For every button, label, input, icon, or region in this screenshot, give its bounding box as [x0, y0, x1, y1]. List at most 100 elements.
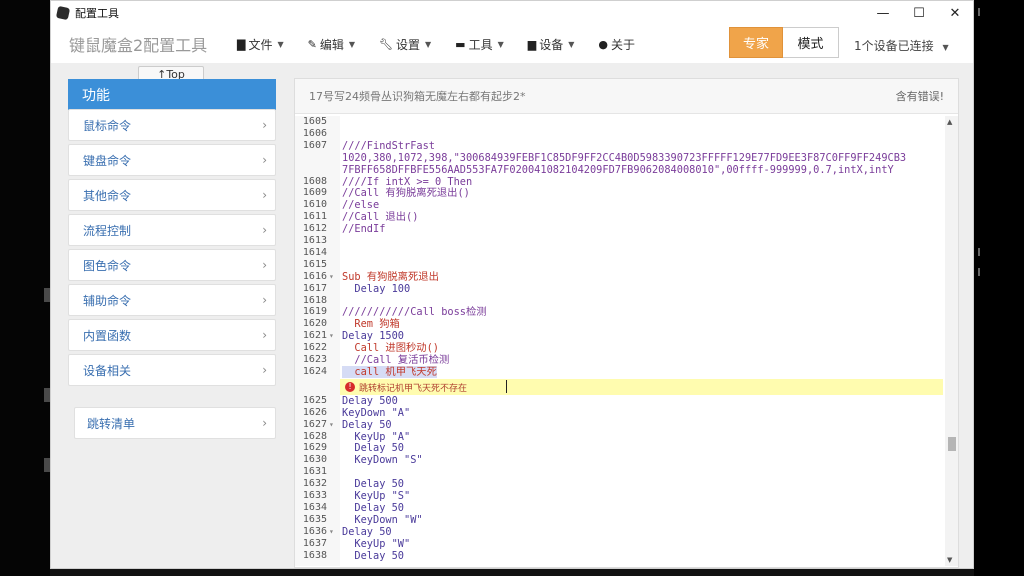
code-text: KeyDown "A" — [342, 406, 411, 419]
line-number: 1625 — [302, 394, 327, 406]
line-number: 1618 — [302, 294, 327, 306]
line-number: 1623 — [302, 354, 327, 365]
code-line[interactable]: 1609 //Call 有狗脱离死退出() — [295, 187, 945, 199]
wrench-icon: 🔧︎ — [379, 37, 393, 51]
line-number: 1622 — [302, 342, 327, 354]
code-line[interactable]: 1636 ▾ Delay 50 — [295, 526, 945, 538]
sidebar-item-label: 辅助命令 — [83, 293, 132, 308]
code-line[interactable]: 1632 Delay 50 — [295, 478, 945, 490]
code-line[interactable]: 1619 ///////////Call boss检测 — [295, 306, 945, 318]
code-line[interactable]: 1607 ////FindStrFast — [295, 140, 945, 152]
code-line[interactable]: 1630 KeyDown "S" — [295, 454, 945, 466]
code-line[interactable]: 1611 //Call 退出() — [295, 211, 945, 223]
error-icon: ! — [345, 381, 355, 392]
sidebar-item-label: 鼠标命令 — [83, 118, 132, 133]
code-line[interactable]: 1637 KeyUp "W" — [295, 538, 945, 550]
code-editor[interactable]: 1605 1606 1607 ////FindStrFast 1020,380,1072… — [295, 116, 945, 566]
code-line[interactable]: 1620 Rem 狗箱 — [295, 318, 945, 330]
code-line[interactable]: 1020,380,1072,398,"300684939FEBF1C85DF9F… — [295, 152, 945, 164]
code-text: Delay 1500 — [342, 330, 404, 343]
code-line[interactable]: 1610 //else — [295, 199, 945, 211]
fold-arrow-icon[interactable]: ▾ — [329, 526, 334, 538]
code-line[interactable]: 1628 KeyUp "A" — [295, 431, 945, 443]
main-area: ↑Top 功能 鼠标命令 › 键盘命令 › 其他命令 › 流程控制 › 图色命令… — [51, 63, 973, 568]
sidebar-item-flow-control[interactable]: 流程控制 › — [68, 214, 276, 246]
line-number: 1632 — [302, 478, 327, 490]
code-line[interactable]: 1605 — [295, 116, 945, 128]
window-controls: — ☐ ✕ — [865, 6, 973, 21]
code-line[interactable]: 1606 — [295, 128, 945, 140]
menu-device[interactable]: ▆ 设备 ▼ — [528, 36, 575, 53]
code-line[interactable]: 1622 Call 进图秒动() — [295, 342, 945, 354]
code-text: Delay 50 — [342, 442, 404, 455]
code-line[interactable]: 1635 KeyDown "W" — [295, 514, 945, 526]
sidebar-item-image-color-commands[interactable]: 图色命令 › — [68, 249, 276, 281]
device-icon: ▆ — [527, 37, 537, 51]
code-line[interactable]: 1613 — [295, 235, 945, 247]
sidebar-item-label: 图色命令 — [83, 258, 132, 273]
code-line[interactable]: 1624 call 机甲飞天死 — [295, 365, 945, 378]
menu-settings[interactable]: 🔧︎ 设置 ▼ — [379, 36, 431, 53]
code-line[interactable]: 1626 KeyDown "A" — [295, 407, 945, 419]
code-text: call 机甲飞天死 — [342, 365, 437, 378]
code-line[interactable]: 1633 KeyUp "S" — [295, 490, 945, 502]
scroll-down-arrow-icon[interactable]: ▼ — [947, 556, 952, 564]
script-title: 17号写24频骨丛识狗箱无魔左右都有起步2* — [309, 90, 526, 103]
code-line[interactable]: 1627 ▾ Delay 50 — [295, 419, 945, 431]
code-line[interactable]: 1623 //Call 复活币检测 — [295, 354, 945, 366]
code-text: Delay 500 — [342, 394, 398, 407]
sidebar-item-helper-commands[interactable]: 辅助命令 › — [68, 284, 276, 316]
fold-arrow-icon[interactable]: ▾ — [329, 330, 334, 342]
menu-tools[interactable]: ▬ 工具 ▼ — [455, 36, 504, 53]
desktop-edge-mark — [978, 248, 980, 256]
sidebar-item-builtin-functions[interactable]: 内置函数 › — [68, 319, 276, 351]
sidebar-item-label: 流程控制 — [83, 223, 132, 238]
sidebar-item-device-related[interactable]: 设备相关 › — [68, 354, 276, 386]
script-editor-panel: 17号写24频骨丛识狗箱无魔左右都有起步2* 含有错误! 1605 1606 160… — [294, 78, 959, 568]
jump-list-button[interactable]: 跳转清单 › — [74, 407, 276, 439]
code-line[interactable]: 1618 — [295, 295, 945, 307]
close-button[interactable]: ✕ — [937, 6, 973, 21]
fold-arrow-icon[interactable]: ▾ — [329, 419, 334, 431]
code-line[interactable]: 1616 ▾ Sub 有狗脱离死退出 — [295, 271, 945, 283]
menu-file-label: 文件 — [248, 37, 273, 52]
sidebar-item-mouse-commands[interactable]: 鼠标命令 › — [68, 109, 276, 141]
sidebar-item-other-commands[interactable]: 其他命令 › — [68, 179, 276, 211]
line-number: 1614 — [302, 246, 327, 258]
menu-about[interactable]: ● 关于 — [598, 36, 635, 53]
maximize-button[interactable]: ☐ — [901, 6, 937, 21]
menu-about-label: 关于 — [611, 37, 636, 52]
code-line[interactable]: 1617 Delay 100 — [295, 283, 945, 295]
menu-edit[interactable]: ✎ 编辑 ▼ — [308, 36, 355, 53]
code-text: Delay 50 — [342, 549, 404, 562]
code-line[interactable]: 7FBFF658DFFBFE556AAD553FA7F0200410821042… — [295, 164, 945, 176]
code-line[interactable]: 1625 Delay 500 — [295, 395, 945, 407]
scroll-up-arrow-icon[interactable]: ▲ — [947, 118, 952, 126]
minimize-button[interactable]: — — [865, 6, 901, 21]
device-status-dropdown[interactable]: 1个设备已连接 ▼ — [854, 37, 949, 54]
code-line[interactable]: 1614 — [295, 247, 945, 259]
editor-header: 17号写24频骨丛识狗箱无魔左右都有起步2* 含有错误! — [295, 79, 958, 114]
code-line[interactable]: 1638 Delay 50 — [295, 550, 945, 562]
code-line[interactable]: 1621 ▾ Delay 1500 — [295, 330, 945, 342]
sidebar-item-label: 设备相关 — [83, 363, 132, 378]
menu-file[interactable]: ▇ 文件 ▼ — [237, 36, 284, 53]
code-line[interactable]: 1608 ////If intX >= 0 Then — [295, 176, 945, 188]
code-text: KeyUp "A" — [342, 430, 411, 443]
expert-mode-button[interactable]: 专家 — [729, 27, 783, 58]
code-line[interactable]: 1629 Delay 50 — [295, 442, 945, 454]
line-number: 1627 — [302, 418, 327, 430]
fold-arrow-icon[interactable]: ▾ — [329, 271, 334, 283]
sidebar-item-label: 键盘命令 — [83, 153, 132, 168]
code-text: 7FBFF658DFFBFE556AAD553FA7F0200410821042… — [342, 163, 894, 176]
code-line[interactable]: 1615 — [295, 259, 945, 271]
editor-scrollbar[interactable]: ▲ ▼ — [945, 116, 958, 566]
sidebar-item-keyboard-commands[interactable]: 键盘命令 › — [68, 144, 276, 176]
code-line[interactable]: 1634 Delay 50 — [295, 502, 945, 514]
mode-button[interactable]: 模式 — [783, 27, 839, 58]
scrollbar-thumb[interactable] — [948, 437, 956, 451]
code-line[interactable]: 1612 //EndIf — [295, 223, 945, 235]
code-line[interactable]: 1631 — [295, 466, 945, 478]
mode-toggle: 专家 模式 — [729, 27, 839, 58]
line-number: 1634 — [302, 501, 327, 513]
